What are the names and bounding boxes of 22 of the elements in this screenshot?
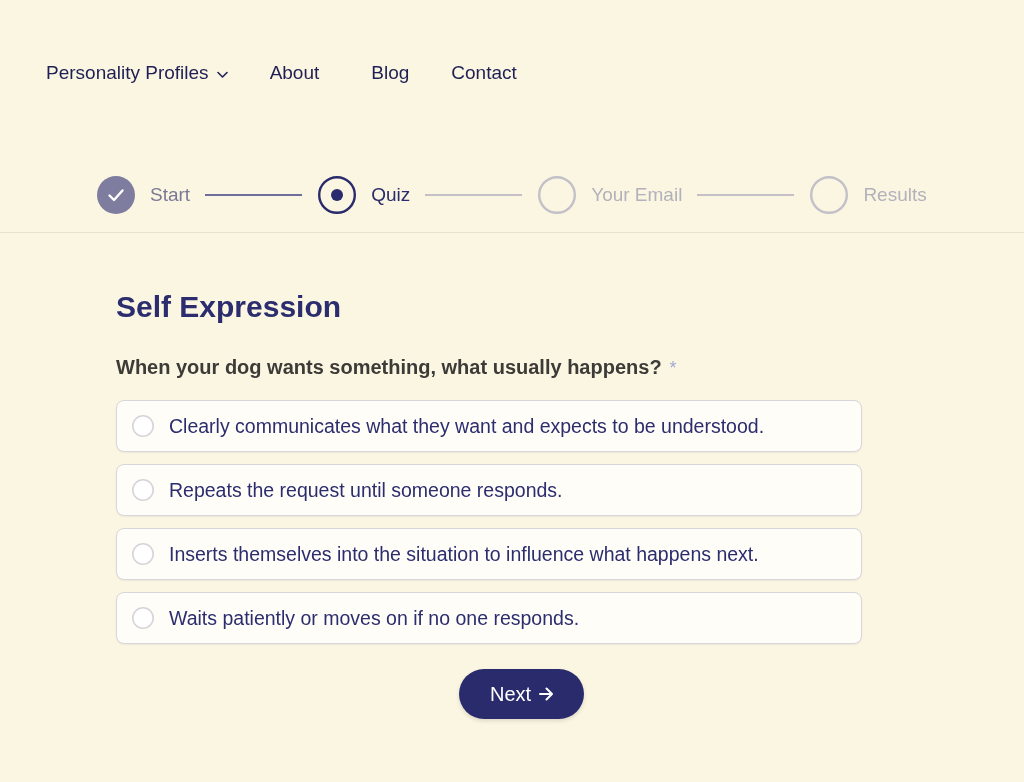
question-text: When your dog wants something, what usually happens? xyxy=(116,355,662,379)
arrow-right-icon xyxy=(539,687,554,701)
nav-link[interactable]: Blog xyxy=(371,62,410,84)
answer-option[interactable]: Waits patiently or moves on if no one responds. xyxy=(116,592,862,644)
answer-option[interactable]: Inserts themselves into the situation to influence what happens next. xyxy=(116,528,862,580)
step-label: Your Email xyxy=(591,184,683,206)
nav-dropdown[interactable]: Personality Profiles xyxy=(46,62,228,84)
nav-link[interactable]: About xyxy=(269,62,320,84)
nav-link[interactable]: Contact xyxy=(451,62,517,84)
radio-button[interactable] xyxy=(132,479,154,501)
next-button[interactable]: Next xyxy=(459,669,584,719)
step-label: Start xyxy=(150,184,191,206)
caret-icon xyxy=(216,70,228,78)
section-title: Self Expression xyxy=(116,289,342,325)
step-label: Quiz xyxy=(371,184,411,206)
step-label: Results xyxy=(863,184,927,206)
answer-option[interactable]: Clearly communicates what they want and expects to be understood. xyxy=(116,400,862,452)
radio-button[interactable] xyxy=(132,543,154,565)
radio-button[interactable] xyxy=(132,607,154,629)
required-mark: * xyxy=(669,357,677,380)
answer-option[interactable]: Repeats the request until someone responds. xyxy=(116,464,862,516)
radio-button[interactable] xyxy=(132,415,154,437)
